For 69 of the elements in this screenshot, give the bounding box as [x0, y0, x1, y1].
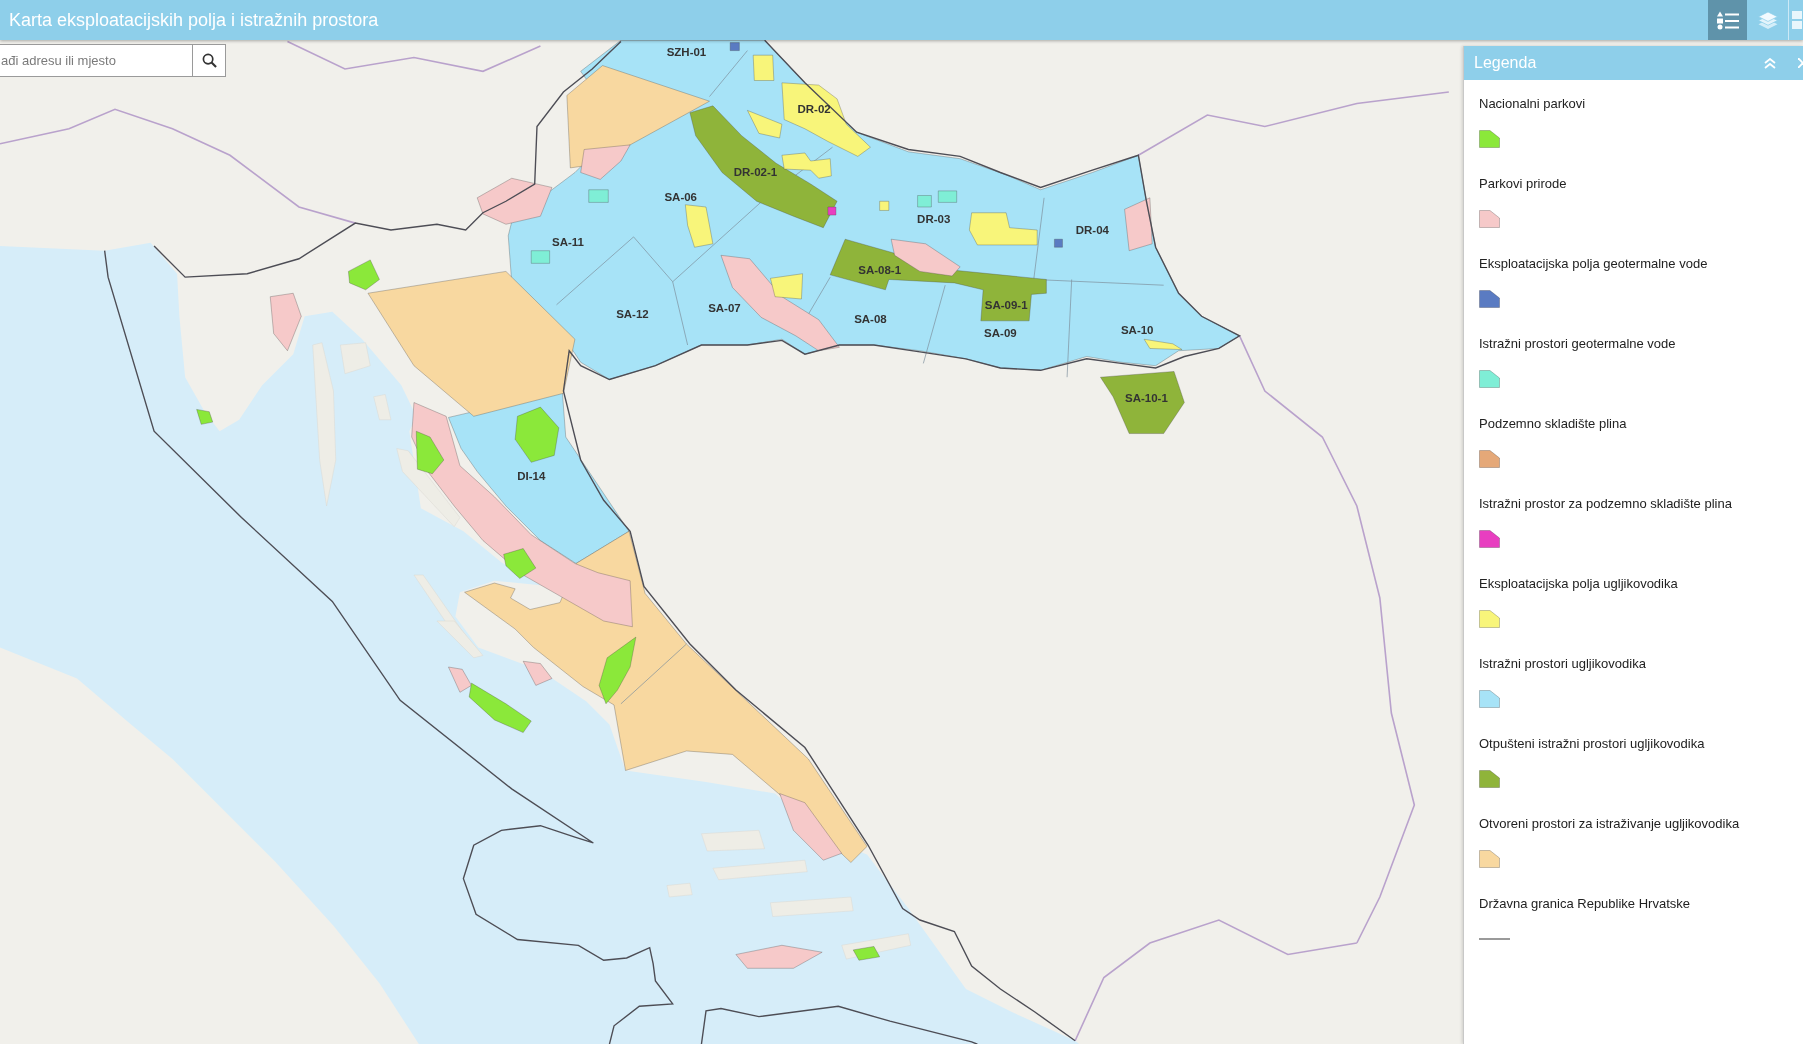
block-label: SA-08-1 — [858, 264, 902, 277]
legend-label: Eksploatacijska polja ugljikovodika — [1479, 575, 1679, 593]
squares-icon — [1790, 10, 1802, 30]
block-label: SA-07 — [708, 302, 741, 315]
nature-park-area — [448, 666, 472, 693]
block-label: SZH-01 — [666, 45, 707, 58]
geothermal-field-area — [1054, 238, 1063, 248]
legend-label: Istražni prostor za podzemno skladište plina — [1479, 495, 1733, 513]
block-label: DR-04 — [1075, 224, 1109, 236]
legend-label: Parkovi prirode — [1479, 175, 1568, 193]
close-icon[interactable] — [1798, 58, 1803, 68]
oil-gas-field-area — [752, 54, 775, 81]
national-park-area — [503, 548, 537, 579]
search-icon — [201, 53, 217, 68]
national-park-area — [348, 259, 380, 291]
island — [340, 342, 371, 374]
legend-title: Legenda — [1474, 54, 1538, 72]
block-label: SA-12 — [616, 307, 649, 320]
block-label: DR-02-1 — [733, 166, 778, 179]
geothermal-exploration-area — [917, 195, 932, 208]
gas-storage-exploration-area — [827, 206, 837, 216]
block-label: SA-10-1 — [1125, 391, 1168, 404]
nature-park-area — [269, 292, 302, 352]
oil-gas-field-area — [770, 273, 803, 300]
legend-label: Nacionalni parkovi — [1479, 95, 1587, 113]
legend-label: Istražni prostori geotermalne vode — [1479, 335, 1677, 353]
block-label: DR-03 — [917, 212, 951, 225]
app-title: Karta eksploatacijskih polja i istražnih prostora — [9, 9, 380, 31]
national-park-area — [415, 430, 445, 475]
layers-icon — [1756, 10, 1779, 30]
geothermal-exploration-area — [938, 190, 957, 203]
block-label: DI-14 — [517, 470, 546, 483]
block-label: SA-10 — [1120, 324, 1154, 337]
search-button[interactable] — [193, 44, 226, 77]
block-label: SA-08 — [854, 312, 887, 325]
nature-park-area — [779, 793, 842, 861]
block-label: DR-02 — [797, 103, 831, 116]
national-park-area — [852, 946, 880, 961]
island — [701, 830, 765, 852]
block-label: SA-09 — [984, 327, 1017, 340]
national-park-area — [598, 636, 637, 705]
national-park-area — [196, 409, 213, 425]
oil-gas-field-area — [879, 200, 890, 211]
search-field[interactable]: ađi adresu ili mjesto — [0, 44, 193, 77]
oil-gas-field-area — [1143, 338, 1183, 350]
geothermal-exploration-area — [530, 250, 550, 264]
nature-park-area — [522, 660, 553, 686]
legend-label: Eksploatacijska polja geotermalne vode — [1479, 255, 1709, 273]
legend-label: Državna granica Republike Hrvatske — [1479, 895, 1691, 913]
block-label: SA-11 — [552, 235, 584, 248]
geothermal-exploration-area — [588, 189, 609, 203]
oil-gas-field-area — [969, 212, 1038, 246]
island — [666, 883, 693, 898]
collapse-icon[interactable] — [1764, 57, 1776, 69]
list-icon — [1716, 10, 1739, 30]
oil-gas-field-area — [685, 204, 714, 248]
toolbar-button[interactable] — [1788, 0, 1803, 40]
legend-label: Otpušteni istražni prostori ugljikovodika — [1479, 735, 1706, 753]
national-park-area — [468, 682, 532, 733]
national-park-area — [514, 406, 560, 463]
nature-park-area — [1124, 197, 1153, 251]
block-label: SA-09-1 — [984, 298, 1028, 311]
block-label: SA-06 — [664, 190, 697, 203]
legend-label: Otvoreni prostori za istraživanje ugljikovodika — [1479, 815, 1741, 833]
legend-button[interactable] — [1708, 0, 1747, 40]
legend-label: Podzemno skladište plina — [1479, 415, 1628, 433]
nature-park-area — [580, 144, 631, 180]
island — [373, 394, 392, 420]
legend-label: Istražni prostori ugljikovodika — [1479, 655, 1647, 673]
